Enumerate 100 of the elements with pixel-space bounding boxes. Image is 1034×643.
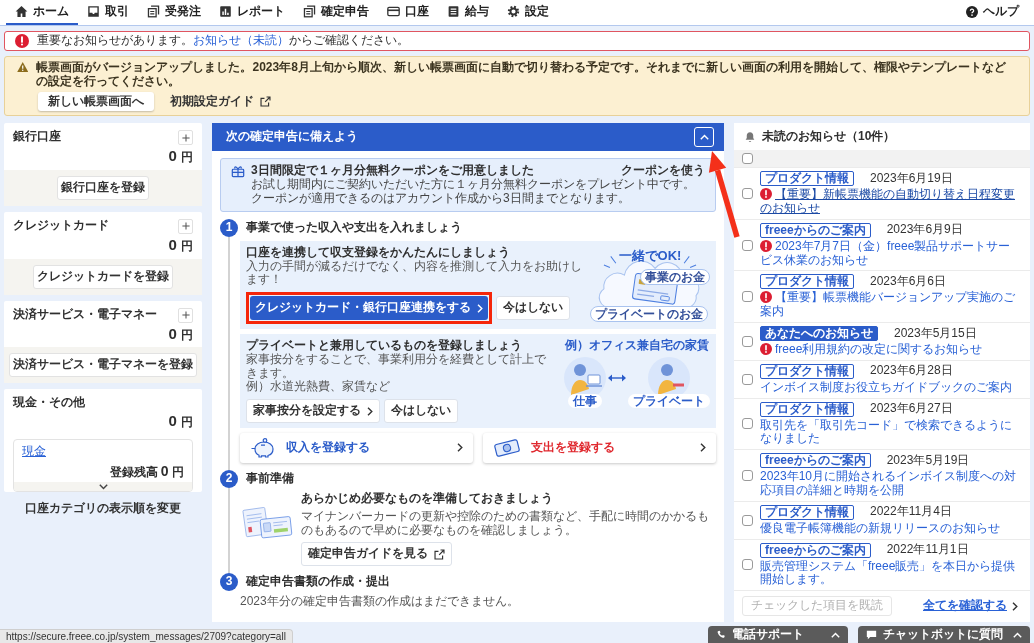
support-bar[interactable]: 電話サポート [708, 626, 848, 643]
guide-link[interactable]: 初期設定ガイド [168, 91, 273, 112]
chevron-down-icon [98, 484, 108, 491]
skip-button[interactable]: 今はしない [384, 399, 458, 423]
balance-amount: 0 円 [168, 236, 193, 254]
notice-date: 2022年11月4日 [870, 505, 952, 520]
collapse-button[interactable] [694, 127, 714, 148]
external-link-icon [260, 96, 271, 107]
warning-icon [17, 61, 29, 73]
notice-link[interactable]: 【重要】新帳票機能の自動切り替え日程変更のお知らせ [760, 188, 1022, 216]
illustration-label: プライベートのお金 [590, 305, 708, 322]
status-url: https://secure.freee.co.jp/system_messages/2709?category=all [0, 628, 293, 643]
account-title: クレジットカード [13, 219, 109, 233]
balance-amount: 0 円 [168, 324, 193, 343]
add-button[interactable] [178, 130, 193, 146]
skip-button[interactable]: 今はしない [496, 296, 570, 320]
update-message: 帳票画面がバージョンアップしました。2023年8月上旬から順次、新しい帳票画面に自動で切り替わる予定です。それまでに新しい画面の利用を開始して、権限やテンプレートなどの設定を行ってください。 [36, 61, 1007, 89]
bar-chart-icon [219, 5, 232, 18]
nav-tab[interactable]: 確定申告 [294, 0, 378, 25]
notices-title: 未読のお知らせ（10件） [762, 130, 896, 145]
notice-checkbox[interactable] [741, 469, 753, 481]
use-coupon-link[interactable]: クーポンを使う [621, 164, 705, 179]
illustration-label: 事業のお金 [640, 268, 710, 285]
notice-link[interactable]: インボイス制度お役立ちガイドブックのご案内 [760, 380, 1012, 395]
notices-link[interactable]: お知らせ（未読） [193, 33, 289, 48]
prep-title: あらかじめ必要なものを準備しておきましょう [301, 491, 555, 506]
notice-link[interactable]: 2023年7月7日（金）freee製品サポートサービス休業のお知らせ [760, 239, 1022, 268]
nav-tab[interactable]: 設定 [498, 0, 558, 25]
nav-tab[interactable]: 給与 [438, 0, 498, 25]
cash-link[interactable]: 現金 [22, 443, 46, 458]
notice-link[interactable]: 2023年10月に開始されるインボイス制度への対応項目の詳細と時期を公開 [760, 470, 1022, 498]
category-tag: freeeからのご案内 [760, 542, 871, 558]
notice-checkbox[interactable] [741, 291, 753, 303]
bell-icon [744, 131, 756, 144]
nav-tab[interactable]: ホーム [6, 0, 78, 25]
action-button[interactable]: 家事按分を設定する [246, 399, 380, 423]
help-icon [966, 5, 978, 18]
step-text: 2023年分の確定申告書類の作成はまだできません。 [240, 595, 520, 609]
nav-tab[interactable]: 口座 [378, 0, 438, 25]
task-title: プライベートと兼用しているものを登録しましょう [246, 338, 522, 352]
help-link[interactable]: ヘルプ [957, 0, 1028, 25]
chevron-up-icon [831, 631, 840, 638]
home-icon [15, 5, 28, 18]
notice-date: 2023年5月19日 [886, 453, 970, 468]
notice-link[interactable]: freee利用規約の改定に関するお知らせ [760, 342, 983, 357]
plus-icon [181, 311, 190, 320]
support-bar[interactable]: チャットボットに質問 [858, 626, 1030, 643]
external-link-icon [434, 548, 446, 560]
coupon-text: お試し期間内にご契約いただいた方に１ヶ月分無料クーポンをプレゼント中です。 [251, 178, 696, 192]
inbox-icon [87, 5, 100, 18]
category-tag: プロダクト情報 [760, 274, 854, 290]
shortcut-card[interactable]: 支出を登録する [483, 432, 716, 463]
registered-balance: 登録残高 0 円 [109, 462, 184, 480]
account-title: 決済サービス・電子マネー [13, 307, 157, 322]
notice-checkbox[interactable] [741, 188, 753, 199]
notice-link[interactable]: 販売管理システム「freee販売」を本日から提供開始します。 [760, 559, 1022, 588]
shortcut-card[interactable]: 収入を登録する [240, 432, 473, 463]
nav-tab[interactable]: 取引 [78, 0, 138, 25]
notice-link[interactable]: 【重要】帳票機能バージョンアップ実施のご案内 [760, 291, 1022, 319]
notice-date: 2023年6月6日 [870, 274, 947, 289]
notice-checkbox[interactable] [741, 335, 753, 347]
step-number: 3 [220, 573, 238, 592]
register-button[interactable]: 決済サービス・電子マネーを登録 [9, 353, 197, 378]
documents-icon [303, 5, 316, 18]
gift-icon [231, 164, 245, 179]
notice-checkbox[interactable] [741, 559, 753, 571]
phone-icon [716, 629, 726, 640]
notice-link[interactable]: 優良電子帳簿機能の新規リリースのお知らせ [760, 521, 1000, 536]
register-button[interactable]: クレジットカードを登録 [33, 264, 173, 289]
category-tag: プロダクト情報 [760, 171, 854, 187]
category-tag: freeeからのご案内 [760, 453, 871, 469]
notice-date: 2023年6月9日 [886, 223, 963, 238]
notice-checkbox[interactable] [741, 514, 753, 526]
nav-tab[interactable]: 受発注 [138, 0, 210, 25]
notice-checkbox[interactable] [741, 373, 753, 385]
nav-tab[interactable]: レポート [210, 0, 294, 25]
register-button[interactable]: 銀行口座を登録 [57, 176, 149, 200]
notice-link[interactable]: 取引先を「取引先コード」で検索できるようになりました [760, 418, 1022, 447]
reorder-link[interactable]: 口座カテゴリの表示順を変更 [19, 501, 187, 518]
add-button[interactable] [178, 219, 193, 234]
category-tag: プロダクト情報 [760, 401, 854, 417]
notice-checkbox[interactable] [741, 418, 753, 430]
chevron-up-icon [699, 134, 709, 141]
chevron-right-icon [457, 443, 463, 453]
action-button[interactable]: クレジットカード・銀行口座連携をする [250, 296, 488, 320]
notice-checkbox[interactable] [741, 239, 753, 251]
banner-button[interactable]: 新しい帳票画面へ [38, 91, 154, 112]
step-title: 確定申告書類の作成・提出 [246, 575, 390, 590]
view-all-link[interactable]: 全てを確認する [919, 599, 1022, 613]
category-tag: プロダクト情報 [760, 504, 854, 520]
task-title: 口座を連携して収支登録をかんたんにしましょう [246, 245, 511, 259]
add-button[interactable] [178, 307, 193, 323]
select-all-checkbox[interactable] [742, 153, 753, 165]
guide-button[interactable]: 確定申告ガイドを見る [301, 542, 453, 567]
illustration-label: プライベート [628, 393, 710, 408]
category-tag: freeeからのご案内 [760, 222, 871, 238]
documents-icon [147, 5, 160, 18]
banknote-icon [493, 437, 521, 458]
expand-toggle[interactable] [14, 482, 192, 492]
settings-icon [507, 5, 520, 18]
